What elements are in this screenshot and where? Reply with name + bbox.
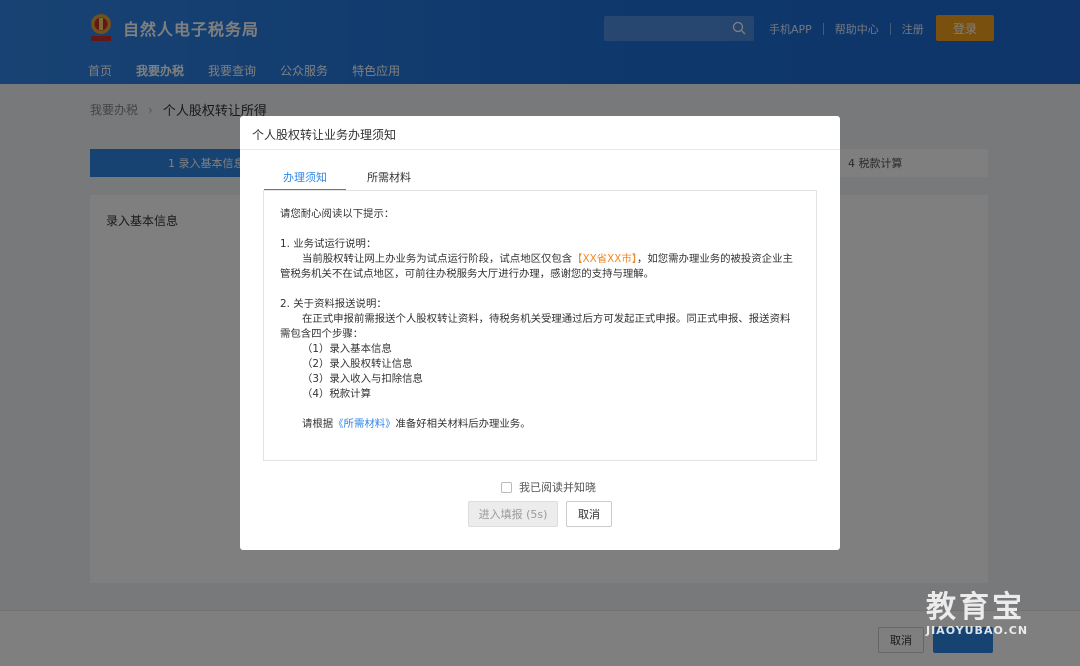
section2-title: 2. 关于资料报送说明： bbox=[280, 298, 387, 310]
enter-form-button[interactable]: 进入填报 (5s) bbox=[468, 501, 558, 527]
watermark-logo: 教育宝 JIAOYUBAO.CN bbox=[926, 590, 1066, 638]
list-item: （3）录入收入与扣除信息 bbox=[302, 373, 423, 385]
modal-tabs: 办理须知 所需材料 bbox=[264, 169, 422, 191]
list-item: （2）录入股权转让信息 bbox=[302, 358, 413, 370]
section1-text-a: 当前股权转让网上办业务为试点运行阶段，试点地区仅包含 bbox=[302, 253, 573, 265]
section1-text-b: ，如您需办理业务的被投资企业主 bbox=[637, 253, 793, 265]
list-item: （4）税款计算 bbox=[302, 388, 371, 400]
closing-line: 请根据《所需材料》准备好相关材料后办理业务。 bbox=[280, 417, 800, 432]
section1-line1: 当前股权转让网上办业务为试点运行阶段，试点地区仅包含【XX省XX市】，如您需办理… bbox=[280, 252, 800, 267]
section1-title: 1. 业务试运行说明： bbox=[280, 238, 377, 250]
tab-notice[interactable]: 办理须知 bbox=[264, 169, 346, 191]
watermark-cn: 教育宝 bbox=[926, 590, 1025, 625]
tab-required-materials[interactable]: 所需材料 bbox=[356, 169, 422, 191]
notice-modal: 个人股权转让业务办理须知 办理须知 所需材料 请您耐心阅读以下提示： 1. 业务… bbox=[240, 116, 840, 550]
section2-line1: 在正式申报前需报送个人股权转让资料，待税务机关受理通过后方可发起正式申报。同正式… bbox=[302, 313, 791, 325]
notice-content-box: 请您耐心阅读以下提示： 1. 业务试运行说明： 当前股权转让网上办业务为试点运行… bbox=[263, 190, 817, 461]
agree-checkbox[interactable] bbox=[501, 481, 512, 493]
section2-line2: 需包含四个步骤： bbox=[280, 328, 364, 340]
pilot-region: 【XX省XX市】 bbox=[572, 253, 637, 265]
modal-divider bbox=[240, 149, 840, 150]
agree-checkbox-row[interactable]: 我已阅读并知晓 bbox=[501, 479, 596, 495]
agree-label: 我已阅读并知晓 bbox=[519, 481, 596, 494]
closing-text-a: 请根据 bbox=[302, 418, 334, 430]
modal-title: 个人股权转让业务办理须知 bbox=[252, 128, 397, 142]
notice-intro: 请您耐心阅读以下提示： bbox=[280, 208, 395, 220]
list-item: （1）录入基本信息 bbox=[302, 343, 392, 355]
watermark-en: JIAOYUBAO.CN bbox=[926, 624, 1029, 637]
required-materials-link[interactable]: 《所需材料》 bbox=[333, 418, 395, 430]
modal-cancel-button[interactable]: 取消 bbox=[566, 501, 612, 527]
section1-line2: 管税务机关不在试点地区，可前往办税服务大厅进行办理，感谢您的支持与理解。 bbox=[280, 268, 655, 280]
closing-text-b: 准备好相关材料后办理业务。 bbox=[395, 418, 531, 430]
notice-content: 请您耐心阅读以下提示： 1. 业务试运行说明： 当前股权转让网上办业务为试点运行… bbox=[280, 207, 800, 432]
